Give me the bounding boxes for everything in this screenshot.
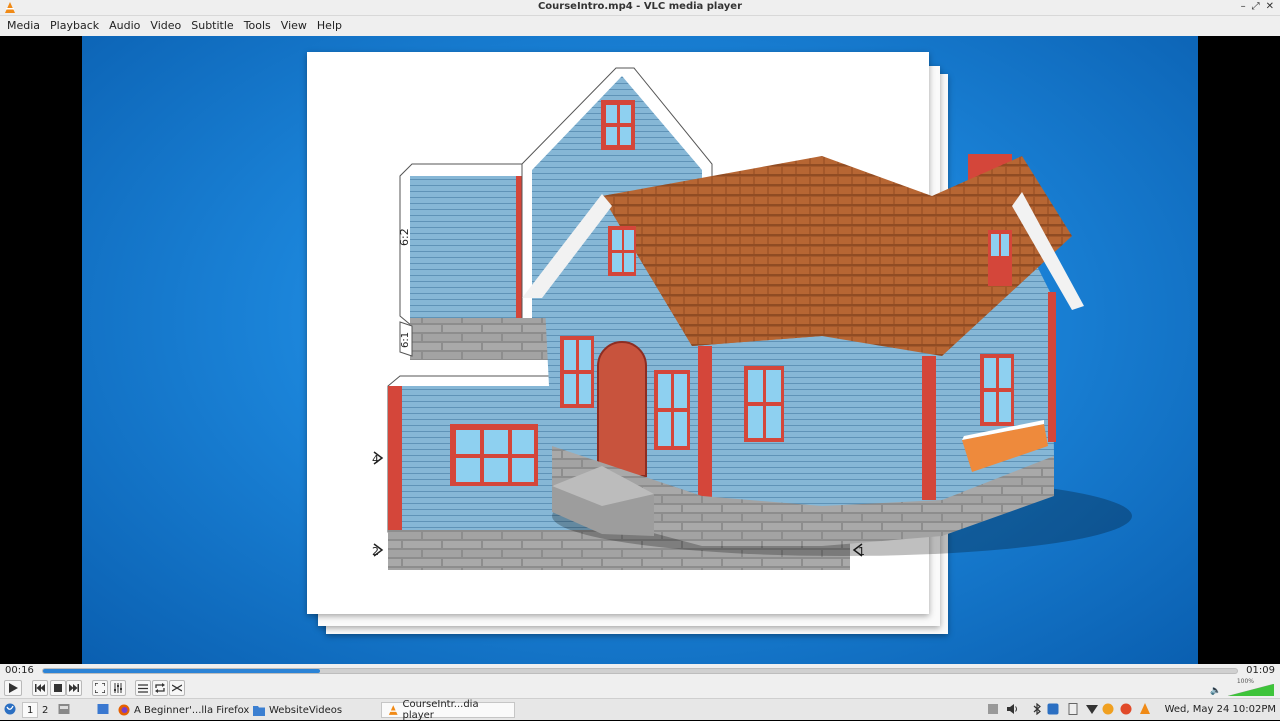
shuffle-icon	[172, 684, 182, 692]
template-label: 6:2	[398, 228, 411, 246]
playlist-button[interactable]	[135, 680, 151, 696]
timer-icon[interactable]	[1102, 703, 1114, 715]
speaker-icon[interactable]: 🔈	[1210, 686, 1221, 696]
maximize-icon[interactable]: ⤢	[1252, 1, 1260, 12]
seek-progress	[43, 669, 320, 673]
play-button[interactable]	[4, 680, 22, 696]
template-label: 2	[372, 545, 379, 558]
video-area[interactable]: 6:2 6:1 4 2 1	[0, 36, 1280, 664]
seek-row: 00:16 01:09	[0, 664, 1280, 678]
volume-slider[interactable]	[1228, 684, 1274, 696]
minimize-icon[interactable]: –	[1241, 1, 1246, 12]
fullscreen-button[interactable]	[92, 680, 108, 696]
menu-audio[interactable]: Audio	[104, 16, 145, 36]
menu-view[interactable]: View	[276, 16, 312, 36]
next-button[interactable]	[66, 680, 82, 696]
clipboard-icon[interactable]	[987, 703, 999, 715]
network-icon[interactable]	[1047, 703, 1059, 715]
taskbar: 1 2 A Beginner'...lla Firefox WebsiteVid…	[0, 698, 1280, 721]
elapsed-time: 00:16	[5, 665, 34, 676]
firefox-icon	[118, 704, 130, 716]
task-website-videos[interactable]: WebsiteVideos	[253, 702, 342, 718]
show-desktop-icon[interactable]	[97, 703, 109, 715]
menu-subtitle[interactable]: Subtitle	[186, 16, 238, 36]
vlc-icon	[388, 704, 398, 715]
next-icon	[69, 684, 79, 692]
menu-media[interactable]: Media	[2, 16, 45, 36]
previous-icon	[35, 684, 45, 692]
extended-settings-button[interactable]	[110, 680, 126, 696]
file-manager-icon[interactable]	[58, 703, 70, 715]
start-menu-icon[interactable]	[4, 703, 16, 715]
volume-control[interactable]: 🔈 100%	[1210, 678, 1276, 697]
menu-bar: Media Playback Audio Video Subtitle Tool…	[0, 16, 1280, 36]
loop-icon	[155, 683, 165, 693]
playlist-icon	[138, 683, 148, 693]
menu-tools[interactable]: Tools	[239, 16, 276, 36]
volume-tray-icon[interactable]	[1007, 703, 1019, 715]
random-button[interactable]	[169, 680, 185, 696]
workspace-2[interactable]: 2	[42, 702, 48, 718]
play-icon	[9, 683, 18, 693]
seek-slider[interactable]	[42, 668, 1238, 674]
template-label: 6:1	[400, 332, 411, 348]
title-bar: CourseIntro.mp4 - VLC media player – ⤢ ✕	[0, 0, 1280, 16]
playback-controls: 🔈 100%	[0, 678, 1280, 698]
stop-icon	[54, 684, 62, 692]
folder-icon	[253, 705, 265, 716]
bluetooth-icon[interactable]	[1031, 703, 1043, 715]
previous-button[interactable]	[32, 680, 48, 696]
battery-icon[interactable]	[1067, 703, 1079, 715]
workspace-1[interactable]: 1	[22, 702, 39, 718]
menu-video[interactable]: Video	[145, 16, 186, 36]
total-time: 01:09	[1246, 665, 1275, 676]
task-firefox[interactable]: A Beginner'...lla Firefox	[118, 702, 249, 718]
stop-button[interactable]	[50, 680, 66, 696]
fullscreen-icon	[95, 683, 105, 693]
task-vlc[interactable]: CourseIntr...dia player	[381, 699, 515, 721]
video-frame[interactable]: 6:2 6:1 4 2 1	[82, 36, 1198, 664]
house-illustration: 6:2 6:1 4 2 1	[372, 67, 1132, 570]
window-title: CourseIntro.mp4 - VLC media player	[537, 1, 743, 12]
equalizer-icon	[114, 683, 122, 693]
menu-playback[interactable]: Playback	[45, 16, 104, 36]
clock: Wed, May 24 10:02PM	[1164, 704, 1276, 715]
close-icon[interactable]: ✕	[1266, 1, 1274, 12]
vlc-tray-icon[interactable]	[1139, 703, 1151, 715]
loop-button[interactable]	[152, 680, 168, 696]
updates-icon[interactable]	[1086, 703, 1098, 715]
assembled-house	[522, 154, 1132, 556]
menu-help[interactable]: Help	[312, 16, 347, 36]
sync-icon[interactable]	[1120, 703, 1132, 715]
template-label: 4	[372, 453, 379, 466]
